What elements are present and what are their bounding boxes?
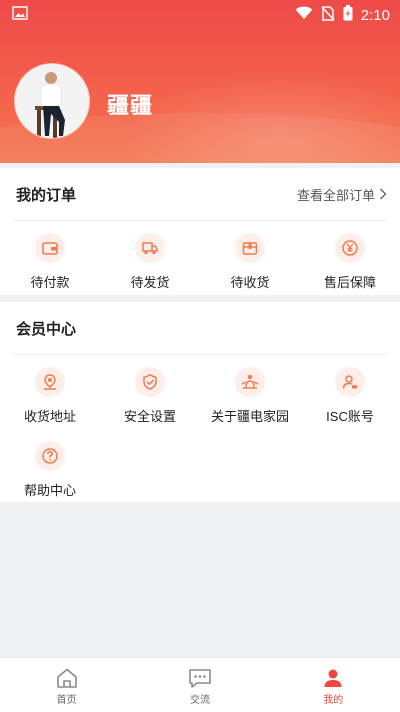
member-center-header: 会员中心 [13, 302, 387, 355]
question-icon [35, 441, 65, 471]
orders-title: 我的订单 [16, 186, 77, 204]
order-pending-shipment[interactable]: 待发货 [100, 221, 200, 295]
view-all-orders-label: 查看全部订单 [296, 187, 375, 203]
view-all-orders-link[interactable]: 查看全部订单 [297, 185, 387, 204]
order-after-sales[interactable]: 售后保障 [300, 221, 400, 295]
wallet-icon [35, 233, 65, 263]
battery-charging-icon [343, 5, 353, 25]
info-people-icon [235, 367, 265, 397]
shield-check-icon [135, 367, 165, 397]
package-icon [235, 233, 265, 263]
location-pin-icon [35, 367, 65, 397]
no-signal-icon [321, 5, 335, 25]
user-account-icon [335, 367, 365, 397]
isc-account-item[interactable]: ISC账号 [300, 355, 400, 429]
orders-header: 我的订单 查看全部订单 [13, 168, 387, 221]
order-pending-receipt-label: 待收货 [230, 275, 270, 290]
order-pending-payment[interactable]: 待付款 [0, 221, 100, 295]
shipping-address-item[interactable]: 收货地址 [0, 355, 100, 429]
help-center-item[interactable]: 帮助中心 [0, 429, 100, 503]
status-bar: 2:10 [0, 0, 400, 30]
tab-chat-label: 交流 [189, 695, 210, 706]
home-icon [56, 668, 77, 688]
wifi-icon [295, 6, 313, 24]
isc-account-label: ISC账号 [326, 409, 374, 424]
truck-icon [135, 233, 165, 263]
yuan-icon [335, 233, 365, 263]
about-item[interactable]: 关于疆电家园 [200, 355, 300, 429]
member-grid: 收货地址 安全设置 关于疆电家园 ISC账号 帮助中心 [0, 355, 400, 503]
order-after-sales-label: 售后保障 [323, 275, 376, 290]
security-settings-item[interactable]: 安全设置 [100, 355, 200, 429]
help-center-label: 帮助中心 [23, 483, 76, 498]
order-pending-receipt[interactable]: 待收货 [200, 221, 300, 295]
gallery-notification-icon [12, 6, 28, 24]
avatar-photo [15, 64, 89, 138]
status-time: 2:10 [360, 6, 390, 24]
about-label: 关于疆电家园 [210, 409, 289, 424]
tab-chat[interactable]: 交流 [133, 658, 266, 712]
order-pending-shipment-label: 待发货 [130, 275, 170, 290]
orders-grid: 待付款 待发货 待收货 售后保障 [0, 221, 400, 295]
avatar[interactable] [15, 64, 89, 138]
tab-home-label: 首页 [56, 695, 77, 706]
orders-section: 我的订单 查看全部订单 待付款 待发货 待收货 售后保障 [0, 168, 400, 295]
security-settings-label: 安全设置 [123, 409, 176, 424]
tab-mine-label: 我的 [323, 695, 344, 706]
tab-home[interactable]: 首页 [0, 658, 133, 712]
bottom-tab-bar: 首页 交流 我的 [0, 657, 400, 712]
chat-icon [189, 669, 211, 688]
member-center-section: 会员中心 收货地址 安全设置 关于疆电家园 ISC账号 帮助中心 [0, 302, 400, 502]
user-icon [324, 669, 342, 687]
username: 疆疆 [107, 93, 154, 118]
chevron-right-icon [380, 188, 387, 200]
member-center-title: 会员中心 [16, 320, 77, 338]
shipping-address-label: 收货地址 [23, 409, 76, 424]
order-pending-payment-label: 待付款 [30, 275, 70, 290]
tab-mine[interactable]: 我的 [267, 658, 400, 712]
